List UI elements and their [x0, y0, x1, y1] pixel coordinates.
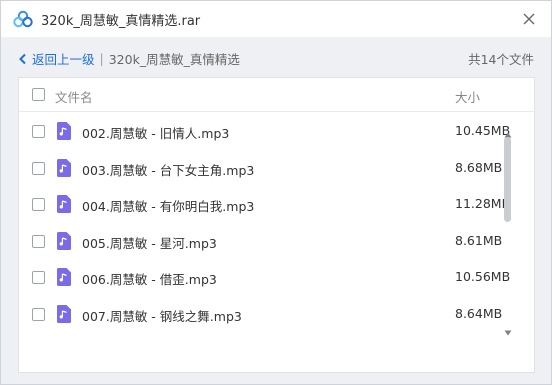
row-checkbox[interactable]: [32, 125, 45, 138]
vertical-scrollbar[interactable]: [503, 125, 513, 336]
row-checkbox[interactable]: [32, 271, 45, 284]
row-checkbox[interactable]: [32, 161, 45, 175]
music-file-icon: [57, 122, 71, 140]
music-file-icon: [57, 304, 71, 323]
music-file-icon: [57, 158, 71, 177]
file-row[interactable]: 002.周慧敏 - 旧情人.mp3 10.45MB: [19, 113, 519, 150]
scroll-up-arrow-icon[interactable]: [503, 125, 513, 138]
file-size: 11.28MB: [455, 196, 511, 211]
file-rows: 002.周慧敏 - 旧情人.mp3 10.45MB 003.周慧敏 - 台下女主…: [19, 113, 519, 332]
row-checkbox[interactable]: [32, 234, 45, 248]
row-checkbox[interactable]: [32, 198, 45, 211]
file-name: 007.周慧敏 - 钢线之舞.mp3: [82, 308, 242, 324]
cloud-logo-icon: [13, 10, 33, 28]
list-header: 文件名 大小: [19, 78, 534, 112]
file-count: 共14个文件: [468, 52, 534, 67]
file-name: 005.周慧敏 - 星河.mp3: [82, 235, 217, 251]
file-row[interactable]: 004.周慧敏 - 有你明白我.mp3 11.28MB: [19, 186, 519, 223]
close-icon[interactable]: [517, 7, 541, 31]
extract-dialog-window: 320k_周慧敏_真情精选.rar 返回上一级 | 320k_周慧敏_真情精选 …: [0, 0, 552, 385]
file-row[interactable]: 005.周慧敏 - 星河.mp3 8.61MB: [19, 223, 519, 260]
file-row[interactable]: 003.周慧敏 - 台下女主角.mp3 8.68MB: [19, 150, 519, 187]
window-title: 320k_周慧敏_真情精选.rar: [41, 14, 201, 29]
breadcrumb: 返回上一级 | 320k_周慧敏_真情精选: [17, 49, 240, 68]
select-all-checkbox[interactable]: [32, 88, 45, 101]
file-row[interactable]: 007.周慧敏 - 钢线之舞.mp3 8.64MB: [19, 296, 519, 333]
music-file-icon: [57, 195, 71, 213]
row-checkbox[interactable]: [32, 307, 45, 321]
file-size: 8.61MB: [455, 232, 503, 248]
file-name: 006.周慧敏 - 借歪.mp3: [82, 272, 217, 287]
column-header-size[interactable]: 大小: [455, 87, 480, 106]
scroll-down-arrow-icon[interactable]: [503, 323, 513, 336]
breadcrumb-separator: |: [99, 51, 104, 66]
content-panel: 返回上一级 | 320k_周慧敏_真情精选 共14个文件 文件名 大小 002.…: [1, 37, 551, 384]
music-file-icon: [57, 268, 71, 286]
chevron-left-icon[interactable]: [17, 53, 29, 65]
file-size: 8.68MB: [455, 159, 503, 175]
file-name: 003.周慧敏 - 台下女主角.mp3: [82, 162, 255, 178]
file-size: 10.45MB: [455, 123, 511, 138]
scrollbar-thumb[interactable]: [504, 137, 511, 222]
file-list: 文件名 大小 002.周慧敏 - 旧情人.mp3 10.45MB 003.周慧敏…: [18, 77, 535, 373]
file-name: 004.周慧敏 - 有你明白我.mp3: [82, 199, 255, 214]
file-name: 002.周慧敏 - 旧情人.mp3: [82, 126, 230, 141]
file-row[interactable]: 006.周慧敏 - 借歪.mp3 10.56MB: [19, 259, 519, 296]
column-header-name[interactable]: 文件名: [55, 87, 93, 106]
music-file-icon: [57, 231, 71, 250]
file-size: 10.56MB: [455, 269, 511, 284]
back-button[interactable]: 返回上一级: [32, 49, 95, 68]
file-size: 8.64MB: [455, 305, 503, 321]
title-bar: 320k_周慧敏_真情精选.rar: [1, 1, 551, 37]
breadcrumb-current: 320k_周慧敏_真情精选: [108, 52, 240, 67]
